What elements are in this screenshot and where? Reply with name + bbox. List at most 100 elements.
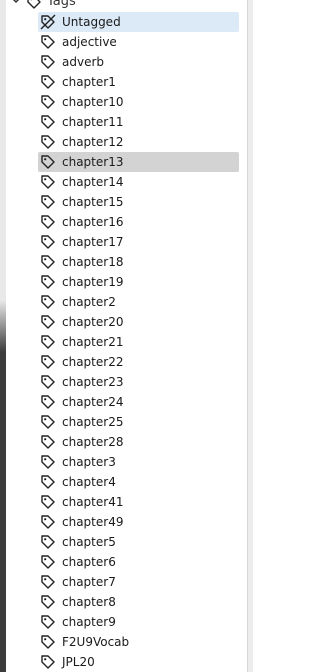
tag-item-chapter2[interactable]: chapter2	[38, 292, 239, 312]
tag-icon	[40, 214, 56, 230]
untagged-icon	[40, 14, 56, 30]
vertical-scrollbar[interactable]	[247, 0, 253, 672]
tag-item-label: chapter9	[62, 615, 116, 629]
tag-item-chapter17[interactable]: chapter17	[38, 232, 239, 252]
tag-icon	[40, 534, 56, 550]
tag-item-chapter19[interactable]: chapter19	[38, 272, 239, 292]
tag-item-label: chapter4	[62, 475, 116, 489]
tag-item-chapter22[interactable]: chapter22	[38, 352, 239, 372]
tag-item-label: chapter3	[62, 455, 116, 469]
tag-item-label: JPL20	[62, 655, 95, 669]
tag-icon	[40, 94, 56, 110]
chevron-down-icon[interactable]	[10, 0, 22, 9]
tag-item-label: chapter25	[62, 415, 124, 429]
tag-item-chapter13[interactable]: chapter13	[38, 152, 239, 172]
tag-icon	[40, 154, 56, 170]
tag-icon	[40, 74, 56, 90]
tag-icon	[40, 114, 56, 130]
tags-header-label: Tags	[47, 0, 76, 9]
tag-item-chapter18[interactable]: chapter18	[38, 252, 239, 272]
tag-item-label: chapter2	[62, 295, 116, 309]
tag-icon	[40, 554, 56, 570]
tag-icon	[40, 294, 56, 310]
tag-item-label: chapter49	[62, 515, 124, 529]
tag-icon	[40, 454, 56, 470]
tag-item-chapter41[interactable]: chapter41	[38, 492, 239, 512]
tag-item-chapter7[interactable]: chapter7	[38, 572, 239, 592]
tag-item-label: chapter12	[62, 135, 124, 149]
tag-item-adverb[interactable]: adverb	[38, 52, 239, 72]
tag-icon	[40, 654, 56, 670]
tag-item-label: chapter10	[62, 95, 124, 109]
tag-item-label: chapter14	[62, 175, 124, 189]
tag-icon	[40, 414, 56, 430]
tag-item-chapter15[interactable]: chapter15	[38, 192, 239, 212]
tag-item-f2u9vocab[interactable]: F2U9Vocab	[38, 632, 239, 652]
tag-icon	[40, 134, 56, 150]
tag-browser-panel: Tags Untagged adjective adverb chapter1 chap…	[6, 0, 247, 672]
tag-icon	[40, 434, 56, 450]
tag-item-label: Untagged	[62, 15, 121, 29]
tag-item-label: chapter6	[62, 555, 116, 569]
tag-icon	[40, 594, 56, 610]
tag-item-chapter23[interactable]: chapter23	[38, 372, 239, 392]
tag-item-chapter3[interactable]: chapter3	[38, 452, 239, 472]
tag-item-chapter9[interactable]: chapter9	[38, 612, 239, 632]
tag-item-chapter4[interactable]: chapter4	[38, 472, 239, 492]
tag-item-chapter1[interactable]: chapter1	[38, 72, 239, 92]
tag-item-label: chapter22	[62, 355, 124, 369]
tag-item-label: F2U9Vocab	[62, 635, 130, 649]
tag-icon	[40, 194, 56, 210]
tag-item-label: chapter17	[62, 235, 124, 249]
tag-icon	[40, 614, 56, 630]
tag-icon	[40, 274, 56, 290]
tag-item-label: chapter15	[62, 195, 124, 209]
tag-item-label: chapter7	[62, 575, 116, 589]
tag-item-chapter28[interactable]: chapter28	[38, 432, 239, 452]
tag-icon	[40, 314, 56, 330]
tag-item-chapter12[interactable]: chapter12	[38, 132, 239, 152]
tag-list: Untagged adjective adverb chapter1 chapter10…	[6, 12, 247, 672]
tag-icon	[40, 34, 56, 50]
tag-icon	[40, 354, 56, 370]
tag-item-chapter16[interactable]: chapter16	[38, 212, 239, 232]
tag-item-label: chapter41	[62, 495, 124, 509]
tag-item-chapter21[interactable]: chapter21	[38, 332, 239, 352]
tag-item-adjective[interactable]: adjective	[38, 32, 239, 52]
tag-item-label: chapter19	[62, 275, 124, 289]
tag-item-label: chapter5	[62, 535, 116, 549]
tag-icon	[40, 574, 56, 590]
tag-item-chapter11[interactable]: chapter11	[38, 112, 239, 132]
tag-item-label: chapter13	[62, 155, 124, 169]
tag-item-untagged[interactable]: Untagged	[38, 12, 239, 32]
tag-item-label: chapter21	[62, 335, 124, 349]
tag-icon	[40, 174, 56, 190]
tag-item-label: chapter16	[62, 215, 124, 229]
tag-item-chapter10[interactable]: chapter10	[38, 92, 239, 112]
tag-item-label: chapter28	[62, 435, 124, 449]
tag-icon	[40, 334, 56, 350]
tag-item-jpl20[interactable]: JPL20	[38, 652, 239, 672]
tag-icon	[40, 474, 56, 490]
tag-item-label: chapter11	[62, 115, 124, 129]
tag-icon	[40, 634, 56, 650]
tag-item-label: chapter8	[62, 595, 116, 609]
tag-item-chapter8[interactable]: chapter8	[38, 592, 239, 612]
tag-item-chapter6[interactable]: chapter6	[38, 552, 239, 572]
tags-tree-header[interactable]: Tags	[6, 0, 247, 12]
tag-icon	[40, 54, 56, 70]
tag-item-label: chapter18	[62, 255, 124, 269]
tag-item-label: chapter23	[62, 375, 124, 389]
tag-item-chapter49[interactable]: chapter49	[38, 512, 239, 532]
tag-icon	[40, 394, 56, 410]
tag-item-chapter20[interactable]: chapter20	[38, 312, 239, 332]
tag-item-chapter25[interactable]: chapter25	[38, 412, 239, 432]
tag-item-label: adverb	[62, 55, 105, 69]
tag-icon	[40, 234, 56, 250]
tag-item-label: adjective	[62, 35, 117, 49]
tag-item-chapter5[interactable]: chapter5	[38, 532, 239, 552]
tag-item-chapter14[interactable]: chapter14	[38, 172, 239, 192]
tag-item-chapter24[interactable]: chapter24	[38, 392, 239, 412]
tag-item-label: chapter1	[62, 75, 116, 89]
tag-item-label: chapter24	[62, 395, 124, 409]
